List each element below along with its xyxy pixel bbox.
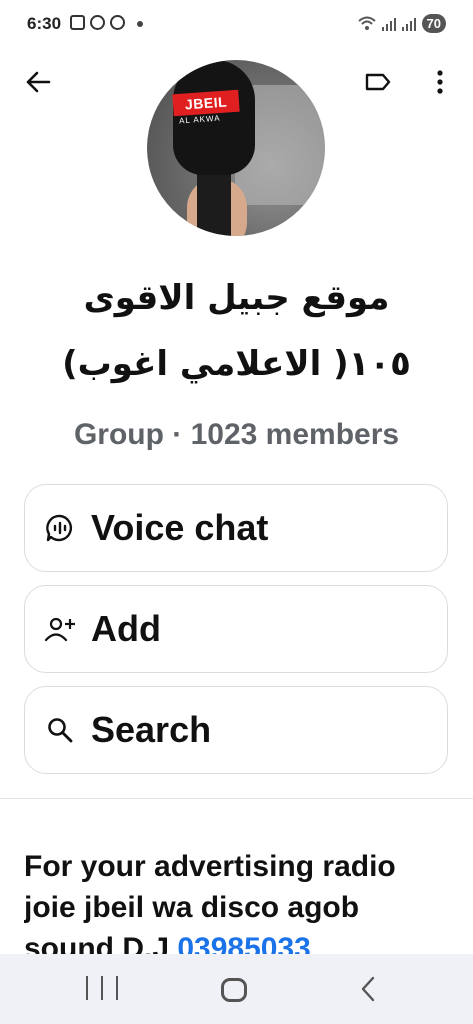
home-button[interactable] <box>221 978 247 1002</box>
system-back-button[interactable] <box>355 974 381 1004</box>
status-bar: 6:30 70 <box>0 0 473 50</box>
group-member-count: Group · 1023 members <box>73 418 400 451</box>
group-name-line1: موقع جبيل الاقوى <box>83 278 390 318</box>
wifi-icon <box>357 16 376 30</box>
signal-icon <box>381 16 396 31</box>
search-icon <box>43 713 77 747</box>
mic-logo-text: JBEIL <box>172 89 240 117</box>
voice-chat-label: Voice chat <box>91 507 269 548</box>
group-description: For your advertising radio joie jbeil wa… <box>24 846 449 954</box>
signal-icon-2 <box>401 16 416 31</box>
recents-button[interactable] <box>86 976 118 1002</box>
status-right: 70 <box>357 14 446 33</box>
screenshot-icon <box>70 15 85 30</box>
battery-indicator: 70 <box>421 14 446 33</box>
status-time: 6:30 <box>27 14 62 33</box>
more-notifications-dot-icon <box>137 21 143 27</box>
back-chevron-icon <box>361 976 375 1002</box>
notification-icons <box>70 15 125 30</box>
group-avatar[interactable]: JBEIL AL AKWA <box>147 60 325 236</box>
group-name-line2: ١٠٥( الاعلامي اغوب) <box>62 344 411 384</box>
navigation-bar <box>0 954 473 1024</box>
add-label: Add <box>91 608 161 649</box>
voice-chat-button[interactable]: Voice chat <box>24 484 448 572</box>
microphone-handle <box>197 168 231 236</box>
more-options-button[interactable] <box>420 62 460 102</box>
more-vert-icon <box>437 70 443 94</box>
phone-link[interactable]: 03985033 <box>177 932 310 954</box>
section-divider <box>0 798 473 799</box>
add-person-icon <box>43 612 77 646</box>
search-button[interactable]: Search <box>24 686 448 774</box>
arrow-left-icon <box>26 71 51 93</box>
search-label: Search <box>91 709 212 750</box>
messenger-icon <box>110 15 125 30</box>
label-icon <box>365 73 391 91</box>
label-button[interactable] <box>358 62 398 102</box>
whatsapp-icon <box>90 15 105 30</box>
voice-chat-icon <box>43 511 77 545</box>
add-member-button[interactable]: Add <box>24 585 448 673</box>
back-button[interactable] <box>18 62 58 102</box>
